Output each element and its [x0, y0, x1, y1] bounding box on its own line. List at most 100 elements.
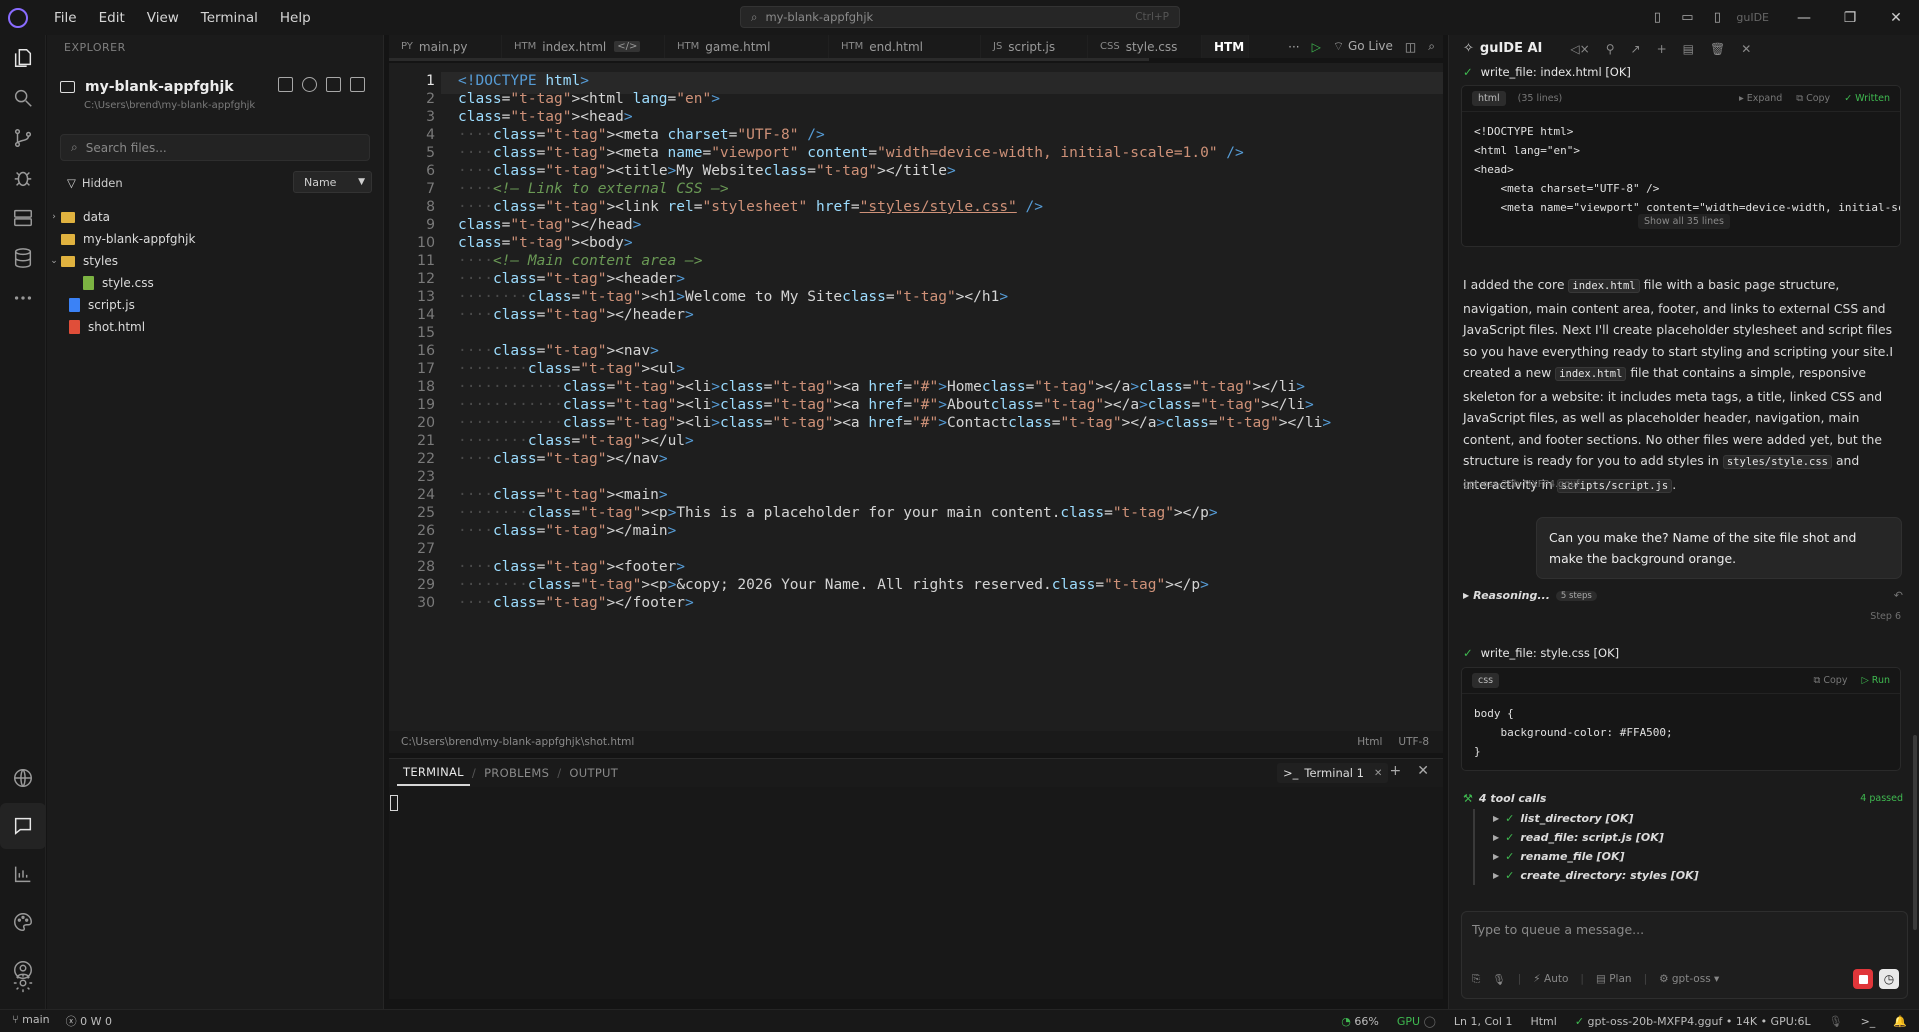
- cursor-position[interactable]: Ln 1, Col 1: [1454, 1015, 1513, 1028]
- model-info[interactable]: ✓ gpt-oss-20b-MXFP4.gguf • 14K • GPU:6L: [1575, 1015, 1811, 1028]
- check-icon: ✓: [1505, 869, 1515, 882]
- command-search[interactable]: ⌕ my-blank-appfghjk Ctrl+P: [740, 6, 1180, 28]
- tree-file-script-js[interactable]: script.js: [47, 294, 384, 316]
- globe-icon[interactable]: [0, 755, 46, 801]
- message-composer[interactable]: Type to queue a message... ⎘ 🎙 | ⚡ Auto …: [1461, 911, 1908, 999]
- hidden-toggle[interactable]: Hidden: [82, 176, 123, 190]
- split-editor-icon[interactable]: ◫: [1405, 40, 1416, 54]
- close-window-button[interactable]: ✕: [1873, 0, 1919, 35]
- terminal-body[interactable]: [389, 787, 1443, 999]
- tool-call-item[interactable]: ▶ ✓ rename_file [OK]: [1493, 847, 1903, 866]
- undo-icon[interactable]: ↶: [1894, 589, 1903, 602]
- tree-folder-my-blank-appfghjk[interactable]: my-blank-appfghjk: [47, 228, 384, 250]
- check-icon: ✓: [1505, 812, 1515, 825]
- editor-language[interactable]: Html: [1357, 736, 1382, 748]
- toggle-sidebar-icon[interactable]: ▯: [1642, 0, 1672, 35]
- editor-encoding[interactable]: UTF-8: [1398, 736, 1429, 748]
- reasoning-toggle[interactable]: ▶ Reasoning... 5 steps ↶: [1463, 589, 1903, 602]
- status-right: ◔ 66% GPU ◯ Ln 1, Col 1 Html ✓ gpt-oss-2…: [1341, 1010, 1907, 1032]
- written-badge: ✓ Written: [1844, 93, 1890, 104]
- arrow-icon[interactable]: ↗: [1631, 42, 1641, 56]
- copy-button[interactable]: ⧉ Copy: [1814, 675, 1848, 686]
- tree-folder-data[interactable]: › data: [47, 206, 384, 228]
- more-icon[interactable]: ···: [1288, 40, 1299, 54]
- tab-script-js[interactable]: JS script.js: [981, 35, 1088, 58]
- close-panel-icon[interactable]: ✕: [1417, 763, 1429, 779]
- tool-call-item[interactable]: ▶ ✓ list_directory [OK]: [1493, 809, 1903, 828]
- palette-icon[interactable]: [0, 899, 46, 945]
- tab-scrollbar[interactable]: [389, 58, 1149, 61]
- plan-mode-button[interactable]: ▤ Plan: [1596, 973, 1632, 985]
- chart-icon[interactable]: [0, 851, 46, 897]
- tab-file-type: HTM: [514, 41, 537, 52]
- new-file-icon[interactable]: [326, 77, 341, 92]
- toggle-panel-icon[interactable]: ▭: [1672, 0, 1702, 35]
- tab-label: style.css: [1125, 39, 1178, 54]
- terminal-icon[interactable]: >_: [1861, 1015, 1876, 1028]
- close-icon[interactable]: ✕: [1741, 42, 1751, 56]
- chat-icon[interactable]: [0, 803, 46, 849]
- mic-icon[interactable]: 🎙: [1492, 973, 1505, 986]
- menu-file[interactable]: File: [54, 10, 77, 26]
- tab-end-html[interactable]: HTM end.html: [829, 35, 981, 58]
- write-index-label: write_file: index.html [OK]: [1480, 65, 1631, 79]
- problems-indicator[interactable]: ⓧ 0 W 0: [66, 1013, 112, 1029]
- stop-button[interactable]: [1853, 969, 1873, 989]
- minimize-button[interactable]: —: [1781, 0, 1827, 35]
- mic-icon[interactable]: 🎙: [1829, 1015, 1843, 1028]
- code-editor[interactable]: 1 2 3 4 5 6 7 8 9 10 11 12 13 14 15 16 17 18 19 20 21 22 23 24 2…: [389, 63, 1443, 731]
- copy-button[interactable]: ⧉ Copy: [1796, 93, 1830, 104]
- tab-active-html[interactable]: HTM: [1202, 35, 1249, 58]
- auto-mode-button[interactable]: ⚡ Auto: [1533, 973, 1568, 985]
- bell-icon[interactable]: 🔔: [1893, 1015, 1907, 1028]
- tool-calls-header[interactable]: ⚒ 4 tool calls 4 passed: [1463, 792, 1903, 805]
- status-language[interactable]: Html: [1530, 1015, 1556, 1028]
- toggle-right-panel-icon[interactable]: ▯: [1702, 0, 1732, 35]
- tool-call-item[interactable]: ▶ ✓ read_file: script.js [OK]: [1493, 828, 1903, 847]
- branch-indicator[interactable]: ⑂ main: [12, 1013, 50, 1029]
- model-select[interactable]: ⚙ gpt-oss ▾: [1659, 973, 1719, 985]
- attach-icon[interactable]: ⎘: [1472, 973, 1480, 986]
- wand-icon[interactable]: ⚲: [1606, 42, 1615, 56]
- close-icon[interactable]: ✕: [1374, 768, 1382, 779]
- tab-terminal[interactable]: TERMINAL: [397, 759, 470, 786]
- menu-view[interactable]: View: [147, 10, 179, 26]
- tree-file-shot-html[interactable]: shot.html: [47, 316, 384, 338]
- add-terminal-icon[interactable]: +: [1390, 763, 1402, 779]
- tab-game-html[interactable]: HTM game.html: [665, 35, 829, 58]
- queue-button[interactable]: ◷: [1879, 969, 1899, 989]
- tree-folder-styles[interactable]: ⌄ styles: [47, 250, 384, 272]
- show-all-button[interactable]: Show all 35 lines: [1638, 214, 1730, 229]
- ai-scrollbar[interactable]: [1913, 735, 1917, 930]
- expand-button[interactable]: ▸ Expand: [1739, 93, 1782, 104]
- reasoning-label: Reasoning...: [1473, 589, 1550, 602]
- mute-icon[interactable]: ◁×: [1570, 42, 1589, 56]
- new-chat-icon[interactable]: +: [1657, 42, 1667, 56]
- run-icon[interactable]: ▷: [1312, 40, 1321, 54]
- tab-index-html[interactable]: HTM index.html </>: [502, 35, 665, 58]
- settings-icon[interactable]: [0, 960, 46, 1006]
- tab-main-py[interactable]: PY main.py: [389, 35, 502, 58]
- tool-call-item[interactable]: ▶ ✓ create_directory: styles [OK]: [1493, 866, 1903, 885]
- menu-terminal[interactable]: Terminal: [201, 10, 258, 26]
- tab-output[interactable]: OUTPUT: [563, 759, 624, 786]
- tab-problems[interactable]: PROBLEMS: [478, 759, 555, 786]
- tree-file-style-css[interactable]: style.css: [47, 272, 384, 294]
- go-live-button[interactable]: ⌔ Go Live: [1333, 39, 1393, 54]
- sort-select[interactable]: Name ▼: [293, 171, 372, 193]
- maximize-button[interactable]: ❐: [1827, 0, 1873, 35]
- grid-view-icon[interactable]: [278, 77, 293, 92]
- tab-style-css[interactable]: CSS style.css: [1088, 35, 1202, 58]
- js-file-icon: [69, 298, 80, 312]
- history-icon[interactable]: ▤: [1683, 42, 1694, 56]
- refresh-icon[interactable]: [302, 77, 317, 92]
- file-search-input[interactable]: ⌕ Search files...: [60, 134, 370, 161]
- menu-edit[interactable]: Edit: [99, 10, 125, 26]
- terminal-instance-tab[interactable]: >_ Terminal 1 ✕: [1277, 763, 1389, 783]
- more-icon[interactable]: [0, 275, 46, 321]
- run-button[interactable]: ▷ Run: [1861, 675, 1890, 686]
- trash-icon[interactable]: 🗑: [1710, 42, 1725, 56]
- menu-help[interactable]: Help: [280, 10, 311, 26]
- new-folder-icon[interactable]: [350, 77, 365, 92]
- search-icon[interactable]: ⌕: [1428, 39, 1435, 54]
